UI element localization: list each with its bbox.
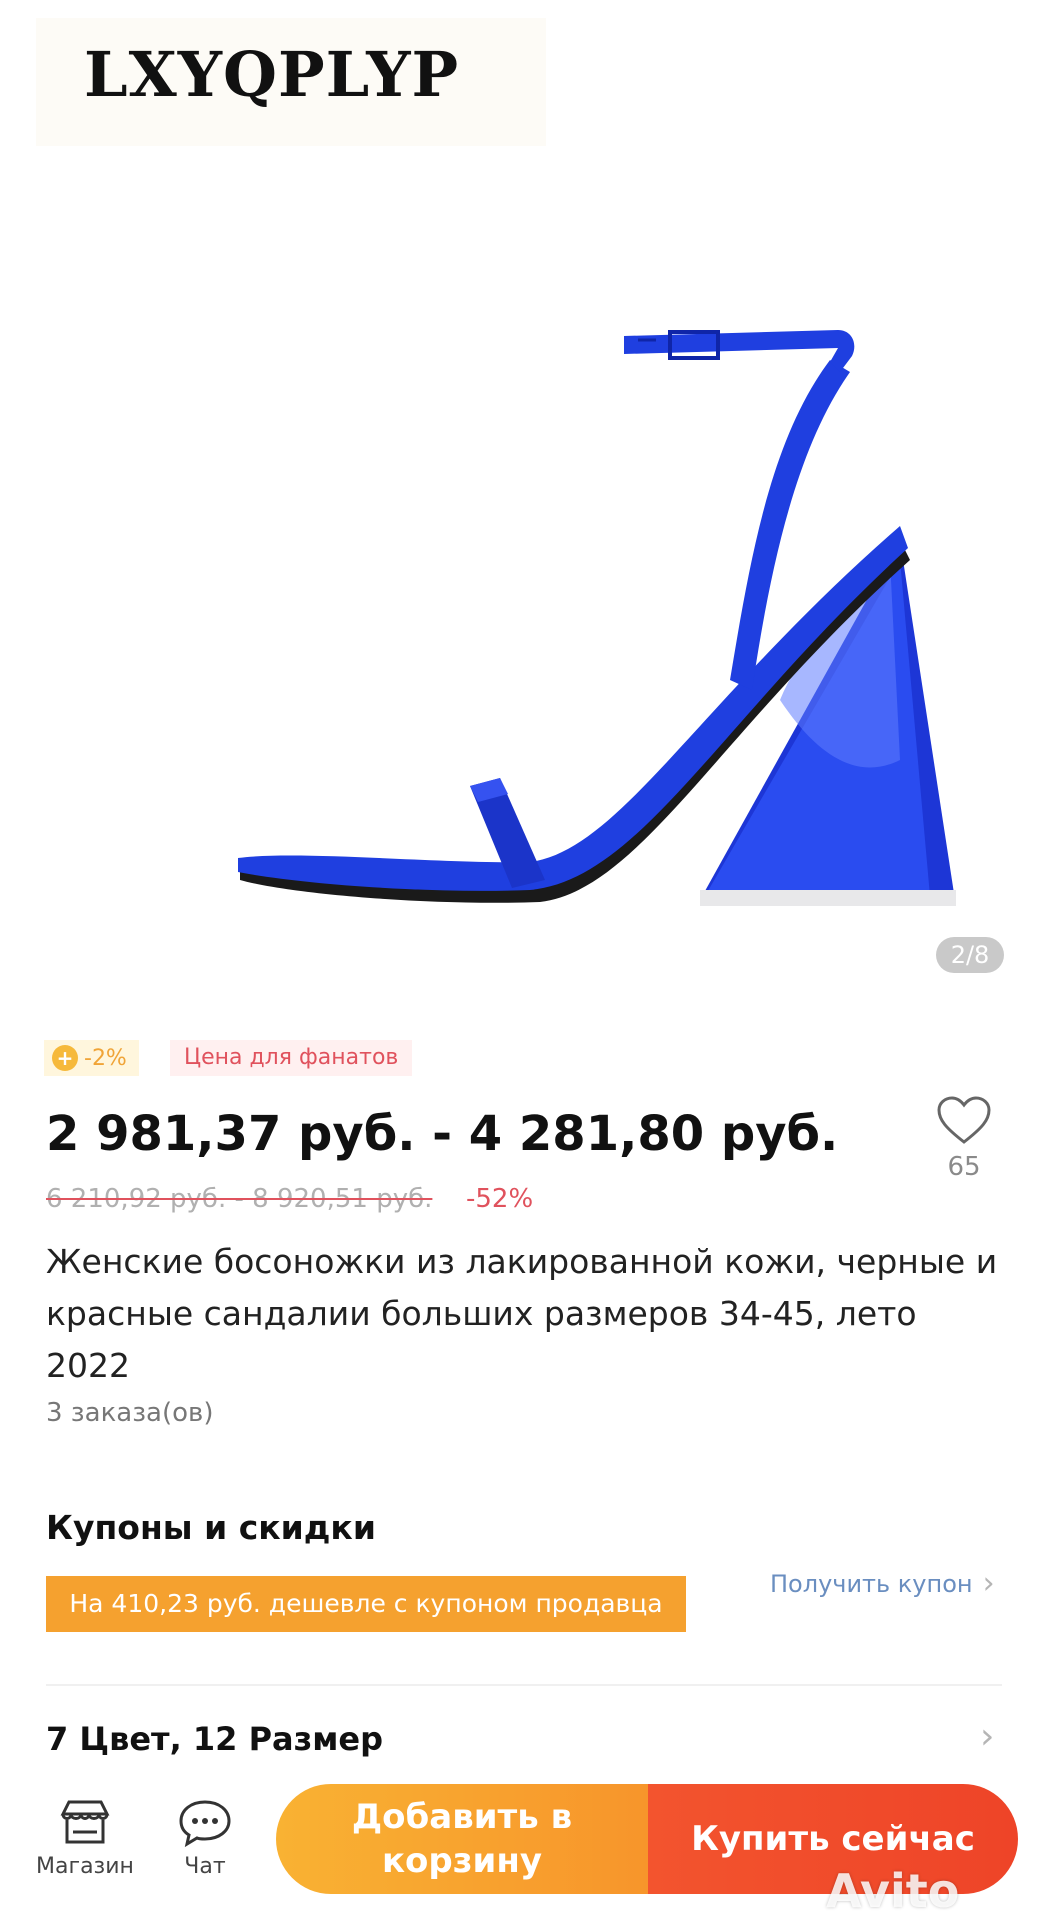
coin-plus-icon: + (52, 1045, 78, 1071)
fan-price-tag: Цена для фанатов (170, 1040, 413, 1076)
chat-icon (179, 1800, 231, 1848)
store-icon (60, 1800, 110, 1844)
get-coupon-label: Получить купон (770, 1569, 973, 1598)
coin-discount-label: -2% (84, 1045, 127, 1071)
old-price: 6 210,92 руб. - 8 920,51 руб. (46, 1184, 433, 1214)
chevron-right-icon: › (982, 1566, 995, 1601)
seller-coupon-banner[interactable]: На 410,23 руб. дешевле с купоном продавц… (46, 1576, 686, 1632)
image-counter: 2/8 (936, 937, 1004, 973)
wishlist-count: 65 (947, 1152, 981, 1182)
coupons-section-title: Купоны и скидки (46, 1508, 376, 1547)
avito-watermark: Avito (826, 1864, 960, 1918)
get-coupon-link[interactable]: Получить купон › (770, 1566, 995, 1601)
variants-selector[interactable]: 7 Цвет, 12 Размер (46, 1720, 383, 1758)
heart-icon (937, 1096, 991, 1144)
discount-percent: -52% (466, 1184, 534, 1214)
chat-nav-button[interactable]: Чат (160, 1798, 250, 1879)
divider (46, 1684, 1002, 1686)
product-gallery[interactable]: LXYQPLYP 2/8 (0, 0, 1046, 990)
wishlist-button[interactable]: 65 (934, 1096, 994, 1182)
coin-discount-tag: + -2% (44, 1040, 139, 1076)
store-nav-button[interactable]: Магазин (30, 1798, 140, 1879)
orders-count: 3 заказа(ов) (46, 1398, 214, 1428)
current-price: 2 981,37 руб. - 4 281,80 руб. (46, 1106, 839, 1162)
chat-label: Чат (184, 1854, 226, 1879)
store-label: Магазин (36, 1854, 134, 1879)
product-image-sandal (238, 330, 956, 906)
add-to-cart-button[interactable]: Добавить в корзину (276, 1784, 648, 1894)
chevron-right-icon[interactable]: › (980, 1716, 994, 1757)
product-title: Женские босоножки из лакированной кожи, … (46, 1242, 998, 1385)
